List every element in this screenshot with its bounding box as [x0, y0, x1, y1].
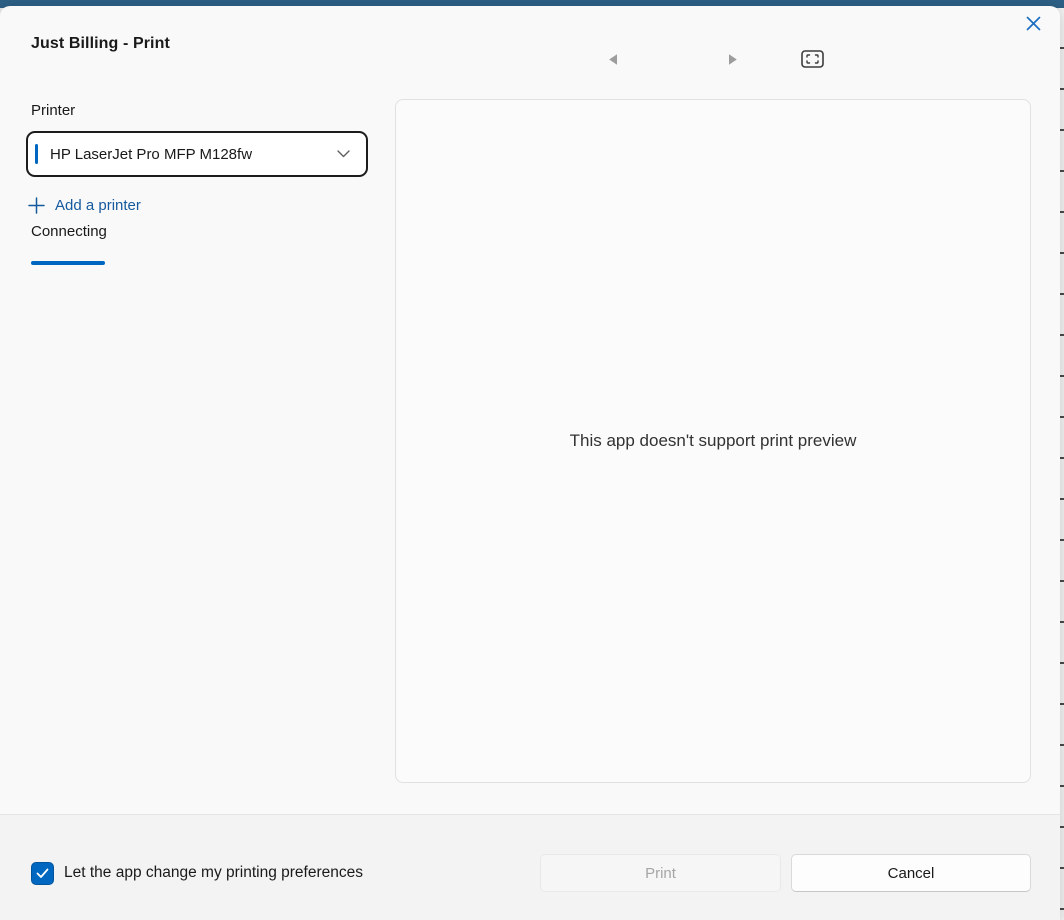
printing-preferences-checkbox[interactable]	[31, 862, 54, 885]
print-button-label: Print	[645, 865, 676, 882]
next-page-button[interactable]	[711, 43, 755, 75]
fit-to-page-icon	[801, 50, 824, 68]
back-arrow-icon	[608, 53, 618, 66]
chevron-down-icon	[337, 150, 350, 158]
connecting-progress-bar	[31, 261, 105, 265]
printing-preferences-label: Let the app change my printing preferenc…	[64, 864, 363, 882]
close-icon	[1026, 16, 1041, 31]
add-printer-link[interactable]: Add a printer	[28, 193, 141, 217]
forward-arrow-icon	[728, 53, 738, 66]
cancel-button-label: Cancel	[888, 865, 935, 882]
previous-page-button[interactable]	[591, 43, 635, 75]
print-button[interactable]: Print	[540, 854, 781, 892]
printer-select[interactable]: HP LaserJet Pro MFP M128fw	[26, 131, 368, 177]
selection-accent-bar	[35, 144, 38, 164]
fit-to-page-button[interactable]	[790, 43, 834, 75]
cancel-button[interactable]: Cancel	[791, 854, 1031, 892]
print-preview-panel: This app doesn't support print preview	[395, 99, 1031, 783]
printer-status-text: Connecting	[31, 223, 107, 240]
printer-label: Printer	[31, 102, 75, 119]
close-button[interactable]	[1014, 8, 1052, 38]
selected-printer-value: HP LaserJet Pro MFP M128fw	[50, 146, 337, 163]
screen: Just Billing - Print	[0, 0, 1064, 920]
add-printer-label: Add a printer	[55, 197, 141, 214]
preview-unsupported-message: This app doesn't support print preview	[570, 431, 857, 451]
print-dialog: Just Billing - Print	[0, 6, 1060, 920]
dialog-title: Just Billing - Print	[31, 35, 170, 53]
dialog-footer: Let the app change my printing preferenc…	[0, 814, 1060, 920]
checkmark-icon	[36, 868, 49, 879]
plus-icon	[28, 197, 45, 214]
